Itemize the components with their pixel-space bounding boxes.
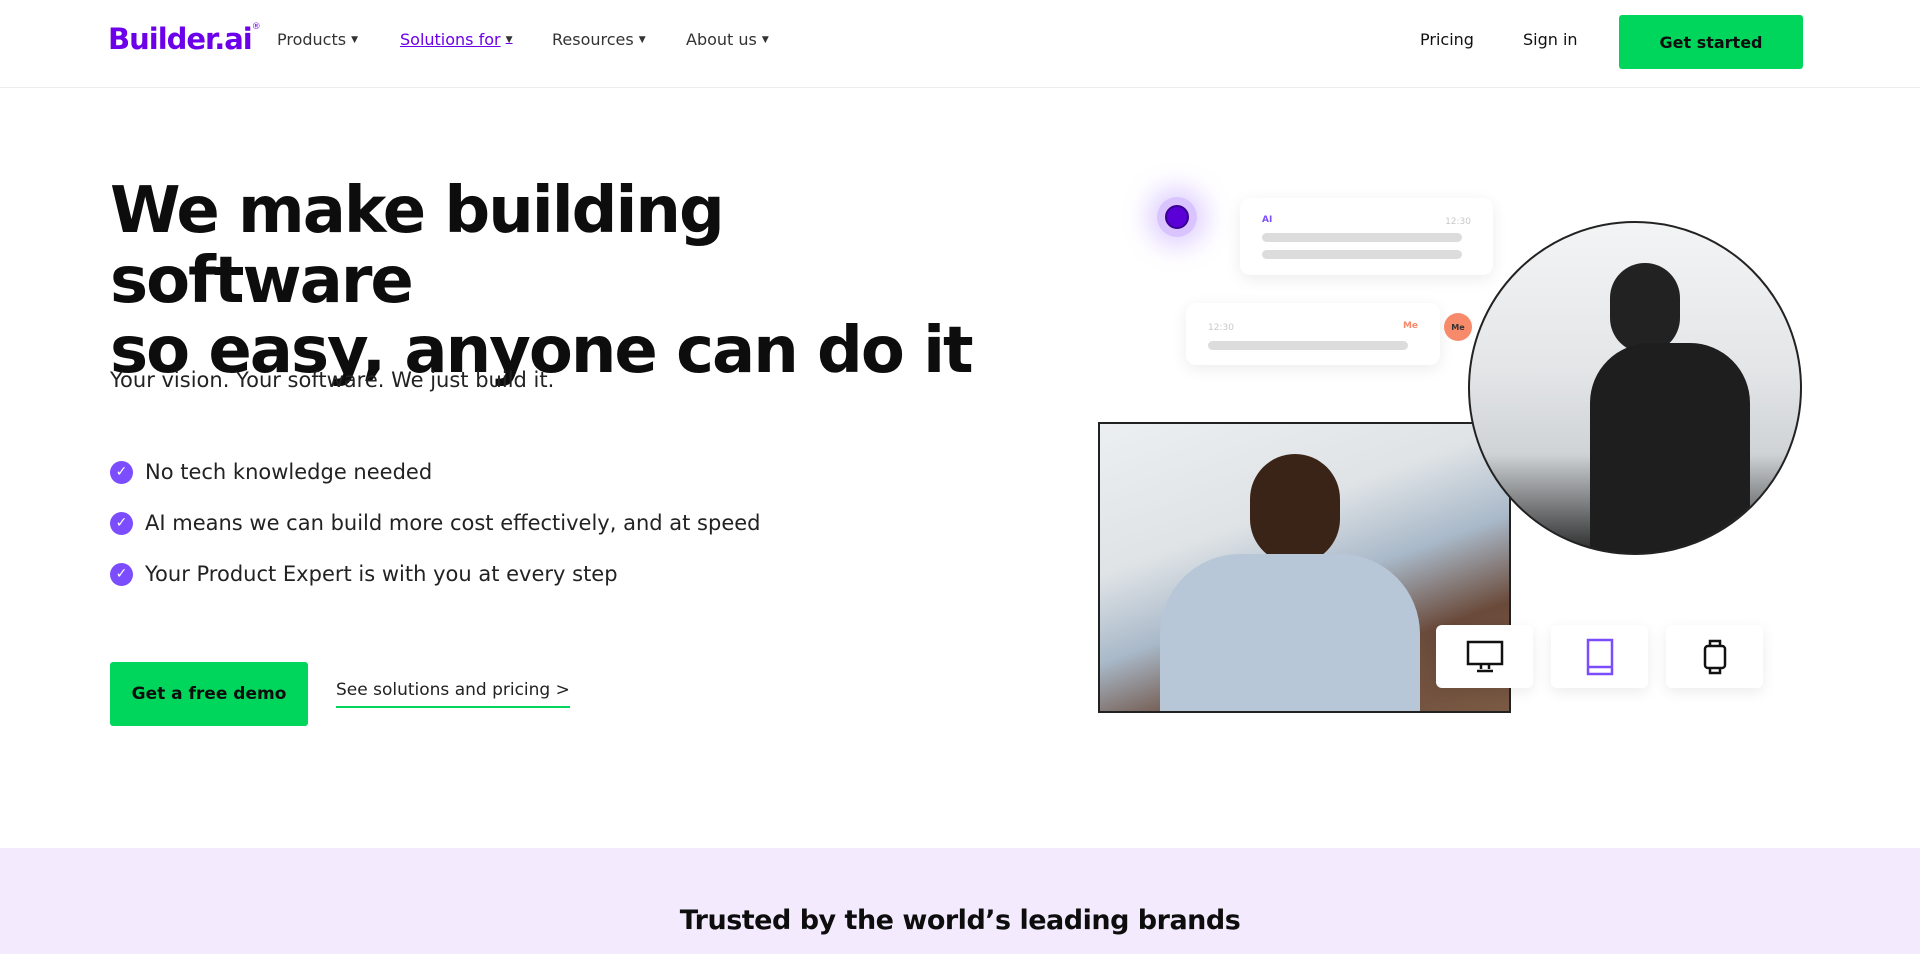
text-placeholder [1208,341,1408,350]
see-solutions-pricing-link[interactable]: See solutions and pricing > [336,680,570,708]
text-placeholder [1262,250,1462,259]
ai-indicator-icon [1157,197,1197,237]
caret-down-icon: ▼ [505,34,513,45]
device-watch [1666,625,1763,688]
check-circle-icon: ✓ [110,562,133,586]
get-free-demo-button[interactable]: Get a free demo [110,662,308,726]
ai-label: AI [1262,215,1273,225]
hero-subtitle: Your vision. Your software. We just buil… [110,368,555,392]
get-started-button[interactable]: Get started [1619,15,1803,69]
builder-ai-logo[interactable]: Builder.ai® [108,22,261,56]
title-line-1: We make building software [110,174,725,318]
caret-down-icon: ▼ [761,34,769,45]
me-avatar: Me [1444,313,1472,341]
me-message-card: 12:30 Me [1186,303,1440,365]
check-circle-icon: ✓ [110,511,133,535]
feature-item: ✓ No tech knowledge needed [110,460,432,484]
site-header: Builder.ai® Products ▼ Solutions for ▼ Res… [0,0,1920,88]
nav-label: Solutions for [400,30,501,49]
nav-resources[interactable]: Resources ▼ [552,30,646,49]
hero-title: We make building software so easy, anyone… [110,176,1010,386]
text-placeholder [1262,233,1462,242]
me-time: 12:30 [1208,323,1234,333]
trusted-brands-section [0,848,1920,954]
feature-item: ✓ Your Product Expert is with you at ever… [110,562,618,586]
device-desktop [1436,625,1533,688]
tablet-icon [1586,638,1613,675]
check-circle-icon: ✓ [110,460,133,484]
ai-message-card: AI 12:30 [1240,198,1493,275]
feature-text: AI means we can build more cost effectiv… [145,511,761,535]
feature-item: ✓ AI means we can build more cost effecti… [110,511,761,535]
feature-text: No tech knowledge needed [145,460,433,484]
caret-down-icon: ▼ [351,34,359,45]
pricing-link[interactable]: Pricing [1420,30,1474,49]
feature-text: Your Product Expert is with you at every… [145,562,618,586]
device-tablet [1551,625,1648,688]
me-label: Me [1402,321,1418,331]
nav-solutions-for[interactable]: Solutions for ▼ [400,30,513,49]
nav-label: Products [277,30,347,49]
desktop-icon [1466,640,1503,672]
sign-in-link[interactable]: Sign in [1523,30,1578,49]
woman-at-computer-photo [1468,221,1802,555]
nav-label: Resources [552,30,634,49]
watch-icon [1703,639,1726,674]
ai-time: 12:30 [1445,217,1471,227]
nav-products[interactable]: Products ▼ [277,30,358,49]
caret-down-icon: ▼ [638,34,646,45]
nav-about-us[interactable]: About us ▼ [686,30,769,49]
nav-label: About us [686,30,757,49]
logo-text: Builder.ai [108,22,253,56]
trusted-brands-title: Trusted by the world’s leading brands [679,905,1241,936]
